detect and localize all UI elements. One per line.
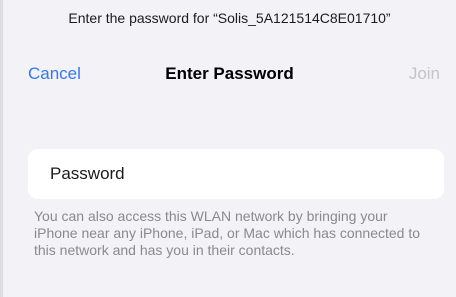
password-input[interactable] — [28, 149, 444, 199]
password-sheet: Enter the password for “Solis_5A121514C8… — [0, 0, 456, 297]
page-title: Enter Password — [165, 64, 294, 83]
join-button[interactable]: Join — [409, 64, 440, 84]
password-field-card — [28, 149, 444, 199]
network-prompt: Enter the password for “Solis_5A121514C8… — [68, 10, 391, 26]
wlan-sharing-footnote: You can also access this WLAN network by… — [34, 208, 421, 258]
navigation-bar: Cancel Enter Password Join — [3, 64, 456, 88]
